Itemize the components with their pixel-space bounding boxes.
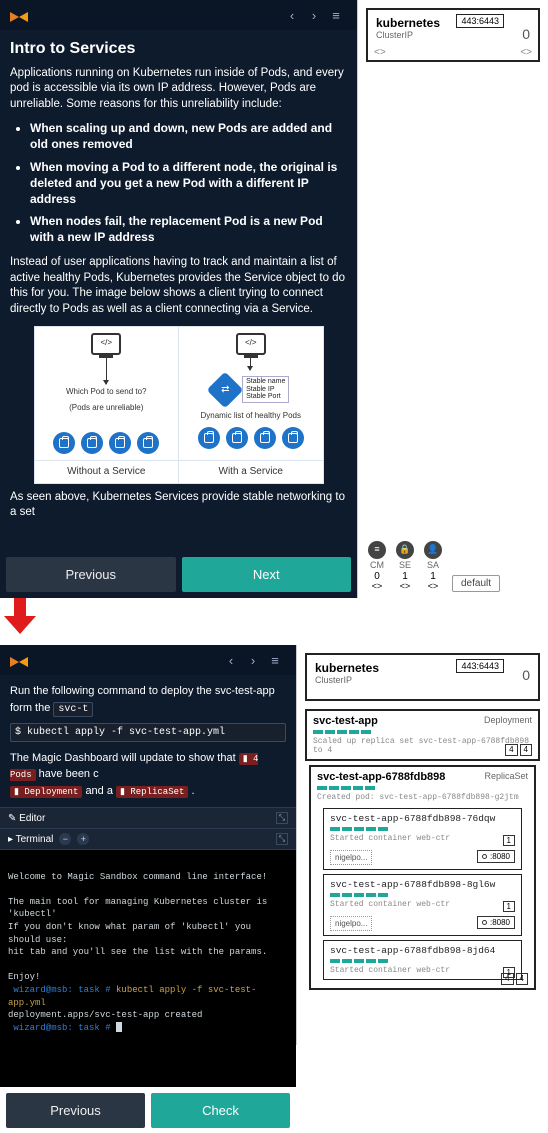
topbar: ‹ › ≡: [0, 0, 357, 30]
configmap-icon: ≡: [368, 541, 386, 559]
logo-icon: [10, 6, 28, 24]
nav-menu[interactable]: ≡: [264, 651, 286, 669]
service-count: 0: [522, 26, 530, 42]
nav-next[interactable]: ›: [303, 6, 325, 24]
dynamic-list-label: Dynamic list of healthy Pods: [201, 411, 302, 422]
pod-icon: [254, 427, 276, 449]
nav-prev[interactable]: ‹: [281, 6, 303, 24]
lesson-p1: Applications running on Kubernetes run i…: [10, 66, 347, 113]
service-type: ClusterIP: [376, 30, 530, 40]
terminal-add[interactable]: +: [77, 833, 89, 845]
resource-summary: ≡ CM 0 <> 🔒 SE 1 <> 👤 SA 1 <> default: [358, 535, 548, 598]
lesson-content: Intro to Services Applications running o…: [0, 30, 357, 551]
editor-tab[interactable]: ✎ Editor: [8, 813, 45, 824]
nav-menu[interactable]: ≡: [325, 6, 347, 24]
nav-prev[interactable]: ‹: [220, 651, 242, 669]
terminal-remove[interactable]: −: [59, 833, 71, 845]
logo-icon: [10, 651, 28, 669]
lesson-p2: Instead of user applications having to t…: [10, 255, 347, 317]
deployment-chip: ▮ Deployment: [10, 786, 82, 798]
pod-icon: [282, 427, 304, 449]
replicaset-log: Created pod: svc-test-app-6788fdb898-g2j…: [317, 793, 528, 802]
port-chip: :8080: [477, 850, 515, 863]
terminal-tab[interactable]: ▸ Terminal: [8, 834, 53, 845]
service-diagram: </> Which Pod to send to? (Pods are unre…: [34, 326, 324, 484]
port-chip: :8080: [477, 916, 515, 929]
service-type: ClusterIP: [315, 675, 530, 685]
pod-icon: [198, 427, 220, 449]
arrow-down-icon: [106, 358, 107, 384]
deployment-kind: Deployment: [484, 715, 532, 725]
configmaps-summary[interactable]: ≡ CM 0 <>: [368, 541, 386, 592]
client-icon: </>: [91, 333, 121, 355]
pod-card[interactable]: svc-test-app-6788fdb898-8jd64 Started co…: [323, 940, 522, 980]
deployment-card[interactable]: svc-test-app Deployment Scaled up replic…: [305, 709, 540, 761]
lesson-p3: As seen above, Kubernetes Services provi…: [10, 490, 347, 521]
lock-icon: 🔒: [396, 541, 414, 559]
serviceaccounts-summary[interactable]: 👤 SA 1 <>: [424, 541, 442, 592]
topbar: ‹ › ≡: [0, 645, 296, 675]
pod-icon: [137, 432, 159, 454]
pod-card[interactable]: svc-test-app-6788fdb898-76dqw Started co…: [323, 808, 522, 870]
pod-card[interactable]: svc-test-app-6788fdb898-8gl6w Started co…: [323, 874, 522, 936]
cursor-icon: [116, 1022, 122, 1032]
code-inline: svc-t: [53, 702, 93, 717]
caret-icon: <>: [374, 47, 386, 58]
service-port: 443:6443: [456, 14, 504, 28]
lesson-content: Run the following command to deploy the …: [0, 675, 296, 807]
caret-icon: <>: [520, 47, 532, 58]
lesson-title: Intro to Services: [10, 38, 347, 60]
diagram-right-label: With a Service: [178, 461, 323, 483]
terminal[interactable]: Welcome to Magic Sandbox command line in…: [0, 850, 296, 1087]
bullet-2: When moving a Pod to a different node, t…: [30, 159, 347, 208]
service-count: 0: [522, 667, 530, 683]
pod-icon: [109, 432, 131, 454]
replicaset-card[interactable]: svc-test-app-6788fdb898 ReplicaSet Creat…: [309, 765, 536, 990]
service-node-icon: ⇄: [207, 371, 244, 408]
bullet-3: When nodes fail, the replacement Pod is …: [30, 213, 347, 245]
check-button[interactable]: Check: [151, 1093, 290, 1128]
replicaset-kind: ReplicaSet: [484, 771, 528, 781]
diagram-question: Which Pod to send to?: [66, 387, 147, 398]
diagram-unreliable: (Pods are unreliable): [69, 403, 143, 414]
image-chip: nigelpo...: [330, 850, 372, 865]
next-button[interactable]: Next: [182, 557, 352, 592]
service-card-kubernetes[interactable]: kubernetes ClusterIP 443:6443 0 <> <>: [366, 8, 540, 62]
pod-icon: [53, 432, 75, 454]
command-snippet[interactable]: $ kubectl apply -f svc-test-app.yml: [10, 723, 286, 742]
diagram-left-label: Without a Service: [35, 461, 179, 483]
service-card-kubernetes[interactable]: kubernetes ClusterIP 443:6443 0: [305, 653, 540, 701]
instruction-text: Run the following command to deploy the …: [10, 685, 275, 714]
expand-icon[interactable]: ⤡: [276, 812, 288, 824]
bullet-1: When scaling up and down, new Pods are a…: [30, 120, 347, 152]
user-icon: 👤: [424, 541, 442, 559]
client-icon: </>: [236, 333, 266, 355]
replicaset-chip: ▮ ReplicaSet: [116, 786, 188, 798]
nav-next[interactable]: ›: [242, 651, 264, 669]
deployment-log: Scaled up replica set svc-test-app-6788f…: [313, 737, 532, 755]
previous-button[interactable]: Previous: [6, 557, 176, 592]
expand-icon[interactable]: ⤡: [276, 833, 288, 845]
pod-icon: [226, 427, 248, 449]
service-port: 443:6443: [456, 659, 504, 673]
arrow-down-icon: [250, 358, 251, 370]
service-name: kubernetes: [376, 16, 530, 30]
previous-button[interactable]: Previous: [6, 1093, 145, 1128]
transition-arrow-icon: [0, 596, 40, 636]
image-chip: nigelpo...: [330, 916, 372, 931]
secrets-summary[interactable]: 🔒 SE 1 <>: [396, 541, 414, 592]
namespace-chip[interactable]: default: [452, 575, 500, 592]
pod-icon: [81, 432, 103, 454]
stable-labels: Stable name Stable IP Stable Port: [242, 376, 289, 403]
